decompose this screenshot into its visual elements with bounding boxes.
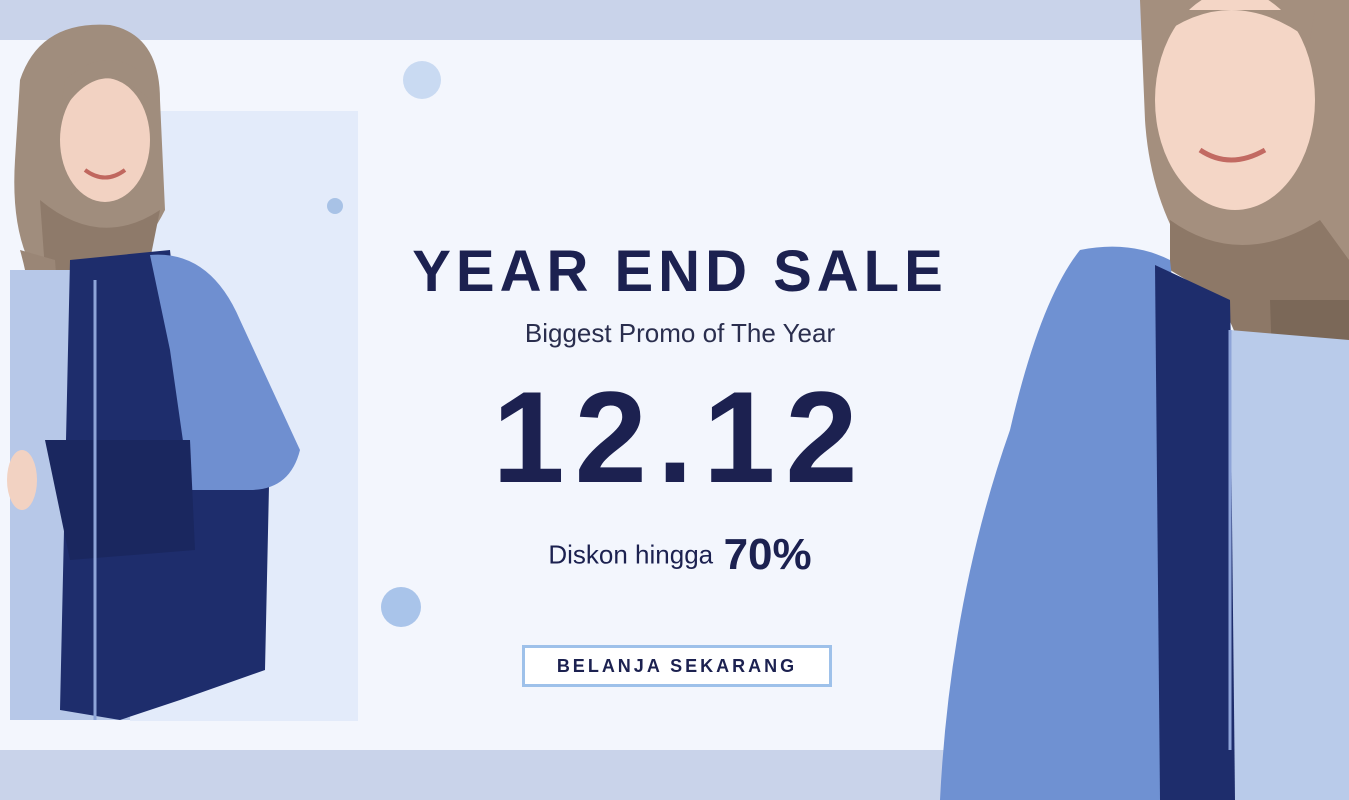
subtitle: Biggest Promo of The Year	[524, 318, 836, 348]
headline: YEAR END SALE	[412, 239, 948, 304]
sale-date: 12.12	[492, 364, 868, 510]
model-photo-right	[940, 0, 1349, 800]
model-photo-left	[7, 24, 300, 720]
discount-line: Diskon hingga 70%	[420, 530, 940, 580]
discount-label: Diskon hingga	[548, 539, 714, 570]
decorative-dot	[327, 198, 343, 214]
decorative-dot	[381, 587, 421, 627]
decorative-dot	[403, 61, 441, 99]
discount-value: 70%	[723, 530, 812, 579]
shop-now-button[interactable]: BELANJA SEKARANG	[522, 645, 832, 687]
